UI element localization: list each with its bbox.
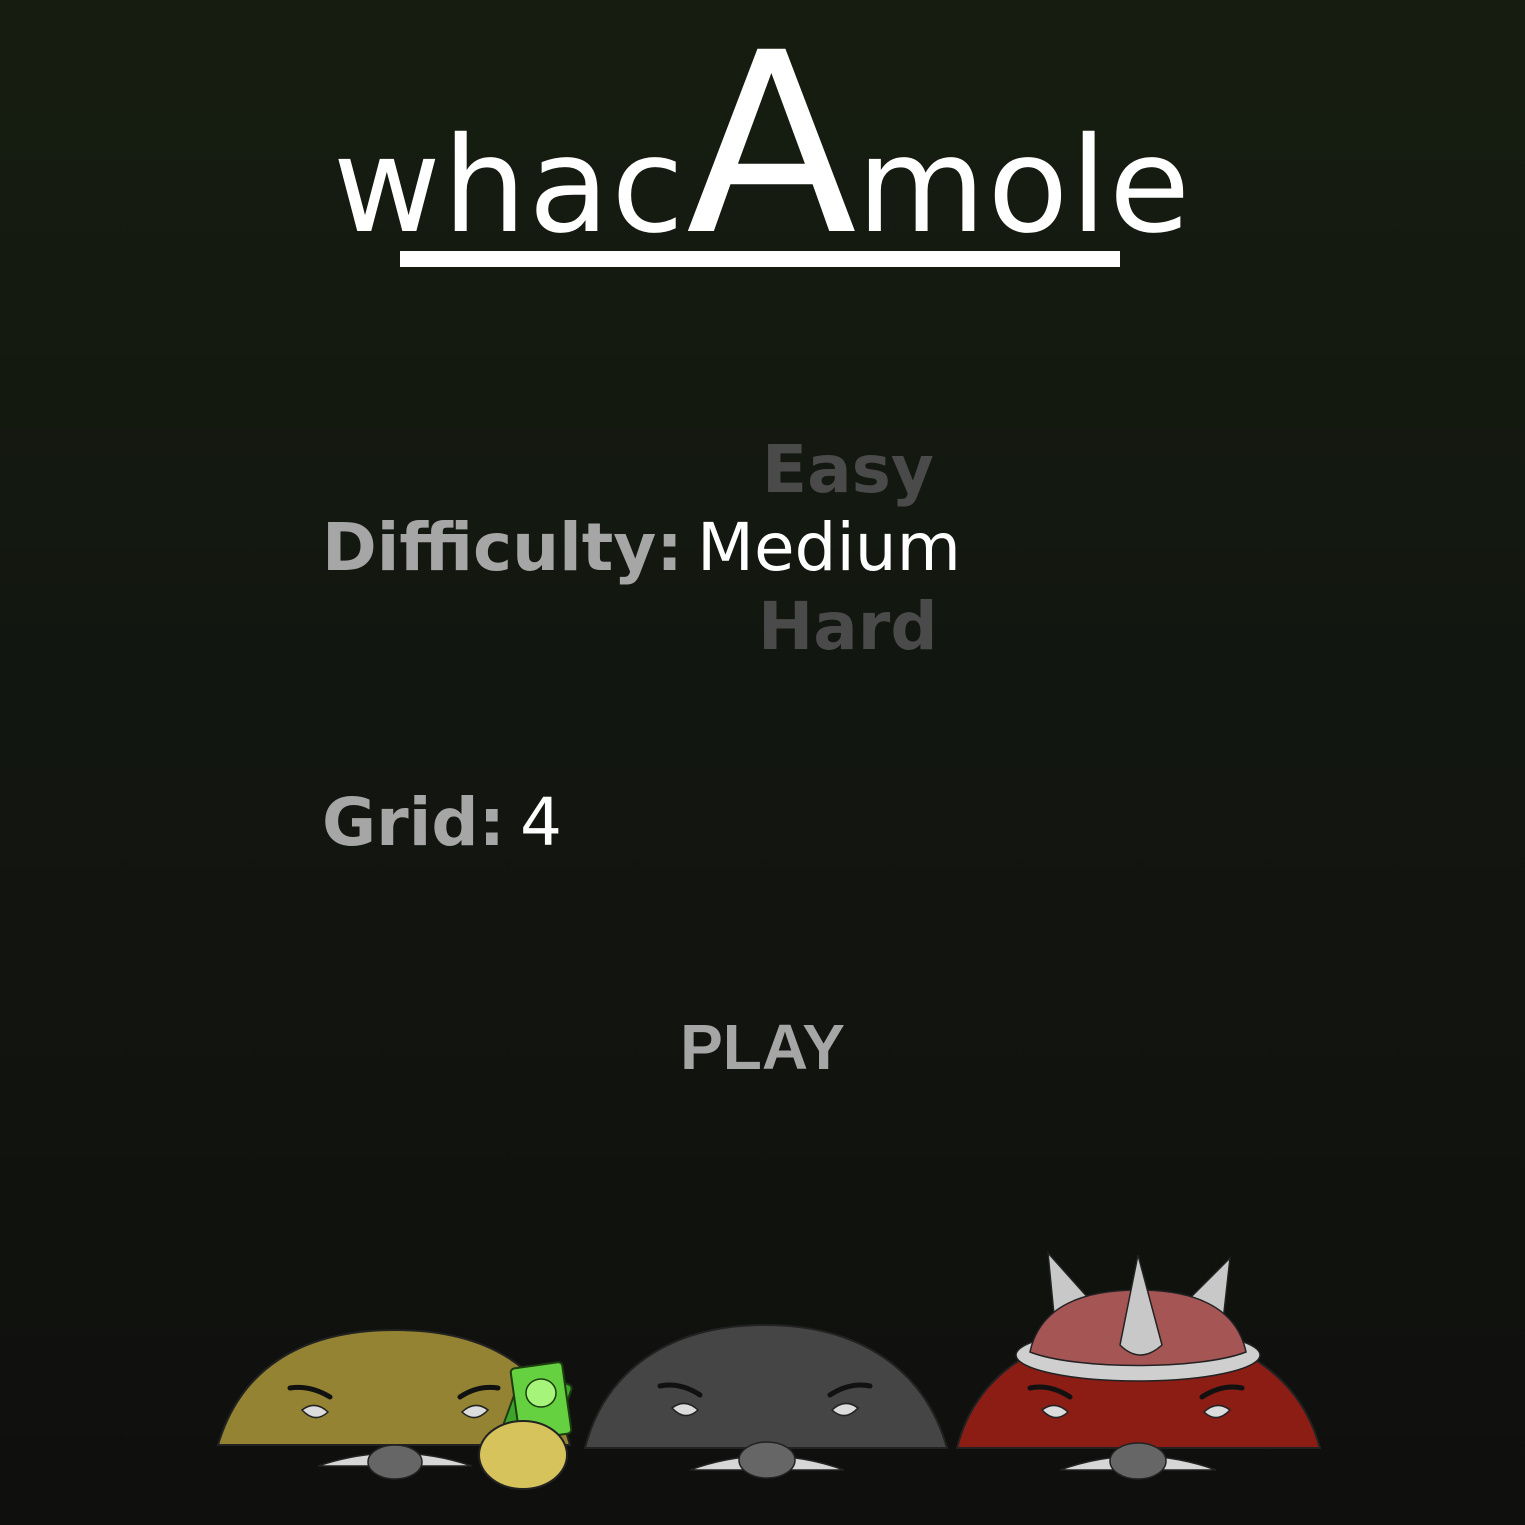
- difficulty-option-hard[interactable]: Hard: [758, 594, 938, 660]
- spiked-helmet-icon: [1015, 1250, 1261, 1382]
- moles-illustration: [216, 1250, 1322, 1490]
- difficulty-option-easy[interactable]: Easy: [762, 437, 934, 503]
- red-mole: [955, 1250, 1322, 1480]
- game-title: whacAmole: [0, 20, 1525, 270]
- title-part-a: A: [685, 0, 857, 290]
- gold-mole: [216, 1328, 573, 1490]
- difficulty-label: Difficulty:: [322, 509, 683, 586]
- difficulty-option-medium[interactable]: Medium: [697, 515, 961, 581]
- title-underline: [400, 251, 1120, 267]
- title-part-mole: mole: [856, 109, 1193, 263]
- title-area: whacAmole: [0, 0, 1525, 300]
- grid-value[interactable]: 4: [520, 790, 562, 856]
- gray-mole: [583, 1323, 949, 1479]
- title-part-whac: whac: [332, 109, 686, 263]
- grid-label: Grid:: [322, 784, 505, 861]
- play-button[interactable]: PLAY: [0, 1015, 1525, 1079]
